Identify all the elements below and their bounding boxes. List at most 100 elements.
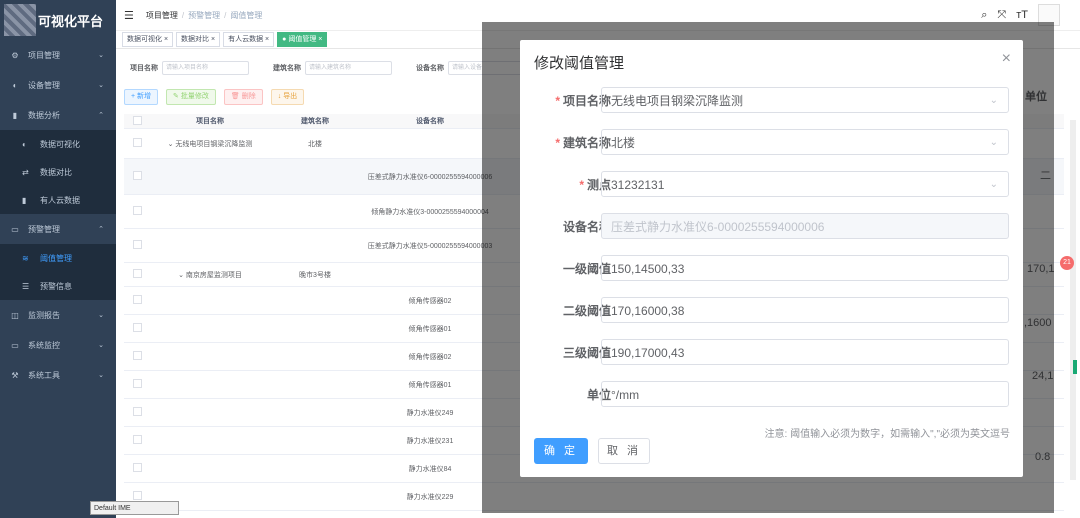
sidebar-item-visualization[interactable]: ◐ 数据可视化 xyxy=(0,130,116,158)
sidebar-item-cloud-data[interactable]: ▮ 有人云数据 xyxy=(0,186,116,214)
delete-button[interactable]: 🗑 删除 xyxy=(223,89,263,105)
sidebar-item-system-tools[interactable]: ⚒ 系统工具 ⌄ xyxy=(0,360,116,390)
hamburger-icon[interactable]: ☰ xyxy=(124,9,134,22)
chevron-down-icon: ⌄ xyxy=(98,52,104,59)
export-button[interactable]: ↓ 导出 xyxy=(270,89,305,105)
close-icon[interactable]: × xyxy=(1002,50,1011,68)
row-checkbox[interactable] xyxy=(132,295,142,304)
notification-badge[interactable]: 21 xyxy=(1060,256,1074,270)
close-icon[interactable]: × xyxy=(211,36,215,43)
device-field: 压差式静力水准仪6-0000255594000006 xyxy=(601,213,1009,239)
sidebar-item-analysis[interactable]: ▮ 数据分析 ⌃ xyxy=(0,100,116,130)
sidebar-item-label: 阈值管理 xyxy=(40,253,72,263)
sidebar-item-compare[interactable]: ⇄ 数据对比 xyxy=(0,158,116,186)
row-checkbox[interactable] xyxy=(132,407,142,416)
toolbar: + 新增 ✎ 批量修改 🗑 删除 ↓ 导出 xyxy=(124,89,305,105)
sidebar-item-label: 有人云数据 xyxy=(40,195,80,205)
row-checkbox[interactable] xyxy=(132,463,142,472)
edit-threshold-dialog: 修改阈值管理 × * 项目名称 无线电项目钢梁沉降监测 ⌄ * 建筑名称 北楼 ⌄ * 测… xyxy=(520,40,1023,477)
row-checkbox[interactable] xyxy=(132,435,142,444)
form-row-building: * 建筑名称 北楼 ⌄ xyxy=(520,129,1023,157)
sidebar-item-project[interactable]: ⚙ 项目管理 ⌄ xyxy=(0,40,116,70)
point-select[interactable]: 31232131 ⌄ xyxy=(601,171,1009,197)
project-select[interactable]: 无线电项目钢梁沉降监测 ⌄ xyxy=(601,87,1009,113)
sidebar-item-label: 系统监控 xyxy=(28,340,60,350)
building-select[interactable]: 北楼 ⌄ xyxy=(601,129,1009,155)
level2-input[interactable]: 170,16000,38 xyxy=(601,297,1009,323)
row-checkbox[interactable] xyxy=(132,269,142,278)
close-icon[interactable]: × xyxy=(265,36,269,43)
threshold-icon: ≋ xyxy=(22,253,29,263)
form-row-level1: 一级阈值 150,14500,33 xyxy=(520,255,1023,283)
breadcrumb-item[interactable]: 预警管理 xyxy=(188,11,220,20)
confirm-button[interactable]: 确 定 xyxy=(534,438,588,464)
sidebar-item-report[interactable]: ◫ 监测报告 ⌄ xyxy=(0,300,116,330)
sidebar-item-label: 数据对比 xyxy=(40,167,72,177)
font-size-icon[interactable]: ᴛT xyxy=(1016,9,1028,21)
dashboard-icon: ◐ xyxy=(22,139,27,149)
expand-icon[interactable]: ⌄ xyxy=(168,141,174,148)
select-all-checkbox[interactable] xyxy=(132,115,142,125)
breadcrumb: 项目管理 / 预警管理 / 阈值管理 xyxy=(145,10,263,20)
compare-icon: ⇄ xyxy=(22,167,29,177)
row-checkbox[interactable] xyxy=(132,351,142,360)
close-icon[interactable]: × xyxy=(164,36,168,43)
tag-compare[interactable]: 数据对比 × xyxy=(176,31,221,47)
row-checkbox[interactable] xyxy=(132,206,142,215)
form-row-project: * 项目名称 无线电项目钢梁沉降监测 ⌄ xyxy=(520,87,1023,115)
search-icon[interactable]: ⌕ xyxy=(981,9,987,22)
row-checkbox[interactable] xyxy=(132,379,142,388)
chevron-up-icon: ⌃ xyxy=(98,226,104,233)
building-filter-label: 建筑名称 xyxy=(273,65,301,72)
sidebar-item-device[interactable]: ◐ 设备管理 ⌄ xyxy=(0,70,116,100)
breadcrumb-item[interactable]: 项目管理 xyxy=(146,11,178,20)
list-icon: ☰ xyxy=(22,281,30,291)
dashboard-icon: ◐ xyxy=(12,80,18,90)
sidebar-item-label: 设备管理 xyxy=(28,80,60,90)
cancel-button[interactable]: 取 消 xyxy=(598,438,650,464)
chart-icon: ▮ xyxy=(12,110,18,120)
row-checkbox[interactable] xyxy=(132,323,142,332)
column-header: 项目名称 xyxy=(150,114,270,129)
chevron-down-icon: ⌄ xyxy=(98,372,104,379)
sidebar-item-label: 项目管理 xyxy=(28,50,60,60)
wrench-icon: ⚒ xyxy=(11,370,19,380)
form-row-level2: 二级阈值 170,16000,38 xyxy=(520,297,1023,325)
row-checkbox[interactable] xyxy=(132,491,142,500)
scrollbar-track[interactable] xyxy=(1070,120,1076,480)
form-row-level3: 三级阈值 190,17000,43 xyxy=(520,339,1023,367)
form-row-point: * 测点 31232131 ⌄ xyxy=(520,171,1023,199)
chevron-down-icon: ⌄ xyxy=(98,82,104,89)
expand-icon[interactable]: ⌄ xyxy=(178,272,184,279)
row-checkbox[interactable] xyxy=(132,240,142,249)
row-checkbox[interactable] xyxy=(132,138,142,147)
project-filter-input[interactable]: 请输入项目名称 xyxy=(162,61,249,75)
level3-input[interactable]: 190,17000,43 xyxy=(601,339,1009,365)
monitor-icon: ▭ xyxy=(11,224,19,234)
sidebar-item-alarm-info[interactable]: ☰ 预警信息 xyxy=(0,272,116,300)
sidebar-item-label: 系统工具 xyxy=(28,370,60,380)
tag-visualization[interactable]: 数据可视化 × xyxy=(122,31,174,47)
unit-input[interactable]: °/mm xyxy=(601,381,1009,407)
chart-icon: ▮ xyxy=(22,195,27,205)
batch-edit-button[interactable]: ✎ 批量修改 xyxy=(166,89,216,105)
row-checkbox[interactable] xyxy=(132,171,142,180)
chevron-down-icon: ⌄ xyxy=(989,95,998,106)
sidebar-item-alarm[interactable]: ▭ 预警管理 ⌃ xyxy=(0,214,116,244)
level1-input[interactable]: 150,14500,33 xyxy=(601,255,1009,281)
form-row-unit: 单位 °/mm xyxy=(520,381,1023,409)
project-filter-label: 项目名称 xyxy=(130,65,158,72)
sidebar: 可视化平台 ⚙ 项目管理 ⌄ ◐ 设备管理 ⌄ ▮ 数据分析 ⌃ ◐ 数据可视化 ⇄ 数据对比 … xyxy=(0,0,116,518)
sidebar-item-threshold[interactable]: ≋ 阈值管理 xyxy=(0,244,116,272)
fullscreen-icon[interactable]: ⤧ xyxy=(997,9,1006,22)
form-row-device: 设备名称 压差式静力水准仪6-0000255594000006 xyxy=(520,213,1023,241)
tag-threshold[interactable]: ● 阈值管理 × xyxy=(277,31,328,47)
building-filter-input[interactable]: 请输入建筑名称 xyxy=(305,61,392,75)
sidebar-item-system-monitor[interactable]: ▭ 系统监控 ⌄ xyxy=(0,330,116,360)
scrollbar-thumb[interactable] xyxy=(1073,360,1077,374)
close-icon[interactable]: × xyxy=(318,36,322,43)
add-button[interactable]: + 新增 xyxy=(124,89,159,105)
tag-cloud-data[interactable]: 有人云数据 × xyxy=(223,31,275,47)
breadcrumb-item: 阈值管理 xyxy=(230,10,263,20)
chevron-down-icon: ⌄ xyxy=(98,312,104,319)
